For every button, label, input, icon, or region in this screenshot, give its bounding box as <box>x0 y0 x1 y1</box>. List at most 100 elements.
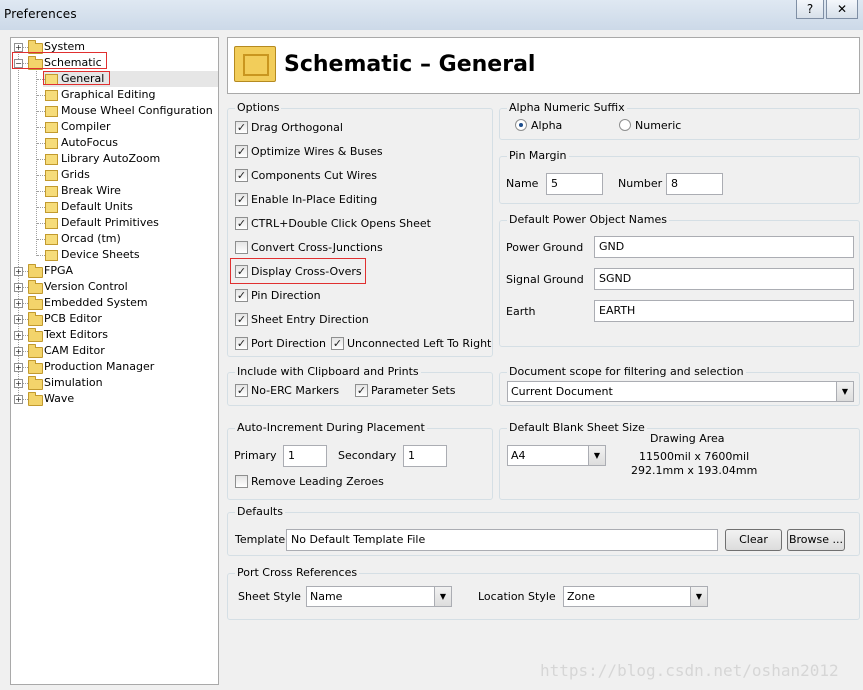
option-sheet-entry-direction-checkbox[interactable]: ✓ Sheet Entry Direction <box>235 312 369 329</box>
page-header: Schematic – General <box>227 37 860 94</box>
option-convert-cross-junctions-checkbox[interactable]: Convert Cross-Junctions <box>235 240 383 257</box>
earth-input[interactable]: EARTH <box>594 300 854 322</box>
option-label: Drag Orthogonal <box>251 121 343 134</box>
page-icon <box>45 138 58 149</box>
tree-item-label: CAM Editor <box>44 344 105 357</box>
highlight-display-cross-overs <box>230 258 366 284</box>
option-pin-direction-checkbox[interactable]: ✓ Pin Direction <box>235 288 321 305</box>
tree-guide-line <box>23 271 28 272</box>
option-enable-in-place-editing-checkbox[interactable]: ✓ Enable In-Place Editing <box>235 192 377 209</box>
expand-icon[interactable]: + <box>14 283 23 292</box>
tree-guide-line <box>37 255 45 256</box>
option-components-cut-wires-checkbox[interactable]: ✓ Components Cut Wires <box>235 168 377 185</box>
alpha-suffix-label: Alpha Numeric Suffix <box>507 101 627 114</box>
tree-item-autofocus[interactable]: AutoFocus <box>11 135 218 151</box>
defaults-label: Defaults <box>235 505 285 518</box>
chevron-down-icon[interactable]: ▼ <box>690 587 707 606</box>
option-port-direction-checkbox[interactable]: ✓ Port Direction <box>235 336 326 353</box>
page-icon <box>45 186 58 197</box>
tree-item-compiler[interactable]: Compiler <box>11 119 218 135</box>
expand-icon[interactable]: + <box>14 43 23 52</box>
chevron-down-icon[interactable]: ▼ <box>836 382 853 401</box>
folder-icon <box>28 280 43 294</box>
tree-item-label: Wave <box>44 392 75 405</box>
pin-name-input[interactable]: 5 <box>546 173 603 195</box>
tree-item-label: Break Wire <box>61 184 121 197</box>
tree-item-pcb-editor[interactable]: + PCB Editor <box>11 311 218 327</box>
tree-item-grids[interactable]: Grids <box>11 167 218 183</box>
remove-zeroes-checkbox[interactable]: Remove Leading Zeroes <box>235 474 384 491</box>
tree-item-label: Graphical Editing <box>61 88 156 101</box>
tree-guide-line <box>37 191 45 192</box>
secondary-input[interactable]: 1 <box>403 445 447 467</box>
close-button[interactable]: ✕ <box>826 0 858 19</box>
tree-item-default-primitives[interactable]: Default Primitives <box>11 215 218 231</box>
tree-guide-line <box>37 175 45 176</box>
expand-icon[interactable]: + <box>14 395 23 404</box>
tree-item-orcad-tm[interactable]: Orcad (tm) <box>11 231 218 247</box>
tree-item-device-sheets[interactable]: Device Sheets <box>11 247 218 263</box>
numeric-radio[interactable]: Numeric <box>619 119 681 135</box>
option-ctrl-double-click-opens-sheet-checkbox[interactable]: ✓ CTRL+Double Click Opens Sheet <box>235 216 431 233</box>
page-icon <box>45 218 58 229</box>
option-unconnected-left-to-right-checkbox[interactable]: ✓ Unconnected Left To Right <box>331 336 491 353</box>
checkbox-unchecked-icon <box>235 240 248 254</box>
tree-item-default-units[interactable]: Default Units <box>11 199 218 215</box>
location-style-select[interactable]: Zone ▼ <box>563 586 708 607</box>
tree-item-embedded-system[interactable]: + Embedded System <box>11 295 218 311</box>
folder-icon <box>28 328 43 342</box>
tree-item-label: Orcad (tm) <box>61 232 121 245</box>
tree-item-fpga[interactable]: + FPGA <box>11 263 218 279</box>
clear-button[interactable]: Clear <box>725 529 782 551</box>
expand-icon[interactable]: + <box>14 379 23 388</box>
option-optimize-wires-buses-checkbox[interactable]: ✓ Optimize Wires & Buses <box>235 144 383 161</box>
alpha-radio[interactable]: Alpha <box>515 119 562 135</box>
preferences-tree[interactable]: + System − Schematic General Graphical Editin… <box>10 37 219 685</box>
no-erc-label: No-ERC Markers <box>251 384 340 397</box>
tree-item-break-wire[interactable]: Break Wire <box>11 183 218 199</box>
tree-item-label: Mouse Wheel Configuration <box>61 104 213 117</box>
tree-item-production-manager[interactable]: + Production Manager <box>11 359 218 375</box>
signal-ground-input[interactable]: SGND <box>594 268 854 290</box>
help-button[interactable]: ? <box>796 0 824 19</box>
template-input[interactable]: No Default Template File <box>286 529 718 551</box>
tree-guide-line <box>23 399 28 400</box>
no-erc-checkbox[interactable]: ✓ No-ERC Markers <box>235 383 340 400</box>
doc-scope-select[interactable]: Current Document ▼ <box>507 381 854 402</box>
pin-number-input[interactable]: 8 <box>666 173 723 195</box>
sheet-size-select[interactable]: A4 ▼ <box>507 445 606 466</box>
browse-button[interactable]: Browse ... <box>787 529 845 551</box>
chevron-down-icon[interactable]: ▼ <box>588 446 605 465</box>
primary-input[interactable]: 1 <box>283 445 327 467</box>
tree-item-cam-editor[interactable]: + CAM Editor <box>11 343 218 359</box>
expand-icon[interactable]: + <box>14 315 23 324</box>
page-icon <box>45 202 58 213</box>
option-label: Sheet Entry Direction <box>251 313 369 326</box>
page-title: Schematic – General <box>284 52 536 77</box>
page-icon <box>45 250 58 261</box>
watermark-text: https://blog.csdn.net/oshan2012 <box>540 661 839 680</box>
option-drag-orthogonal-checkbox[interactable]: ✓ Drag Orthogonal <box>235 120 343 137</box>
expand-icon[interactable]: + <box>14 363 23 372</box>
sheet-style-select[interactable]: Name ▼ <box>306 586 452 607</box>
checkbox-checked-icon: ✓ <box>235 120 248 134</box>
tree-item-version-control[interactable]: + Version Control <box>11 279 218 295</box>
tree-item-wave[interactable]: + Wave <box>11 391 218 407</box>
tree-guide-line <box>37 143 45 144</box>
expand-icon[interactable]: + <box>14 347 23 356</box>
page-icon <box>45 90 58 101</box>
power-ground-input[interactable]: GND <box>594 236 854 258</box>
tree-item-library-autozoom[interactable]: Library AutoZoom <box>11 151 218 167</box>
expand-icon[interactable]: + <box>14 331 23 340</box>
tree-item-graphical-editing[interactable]: Graphical Editing <box>11 87 218 103</box>
expand-icon[interactable]: + <box>14 299 23 308</box>
checkbox-checked-icon: ✓ <box>235 383 248 397</box>
tree-guide-line <box>37 239 45 240</box>
chevron-down-icon[interactable]: ▼ <box>434 587 451 606</box>
folder-icon <box>28 344 43 358</box>
tree-item-text-editors[interactable]: + Text Editors <box>11 327 218 343</box>
tree-item-mouse-wheel-configuration[interactable]: Mouse Wheel Configuration <box>11 103 218 119</box>
expand-icon[interactable]: + <box>14 267 23 276</box>
parameter-sets-checkbox[interactable]: ✓ Parameter Sets <box>355 383 456 400</box>
tree-item-simulation[interactable]: + Simulation <box>11 375 218 391</box>
